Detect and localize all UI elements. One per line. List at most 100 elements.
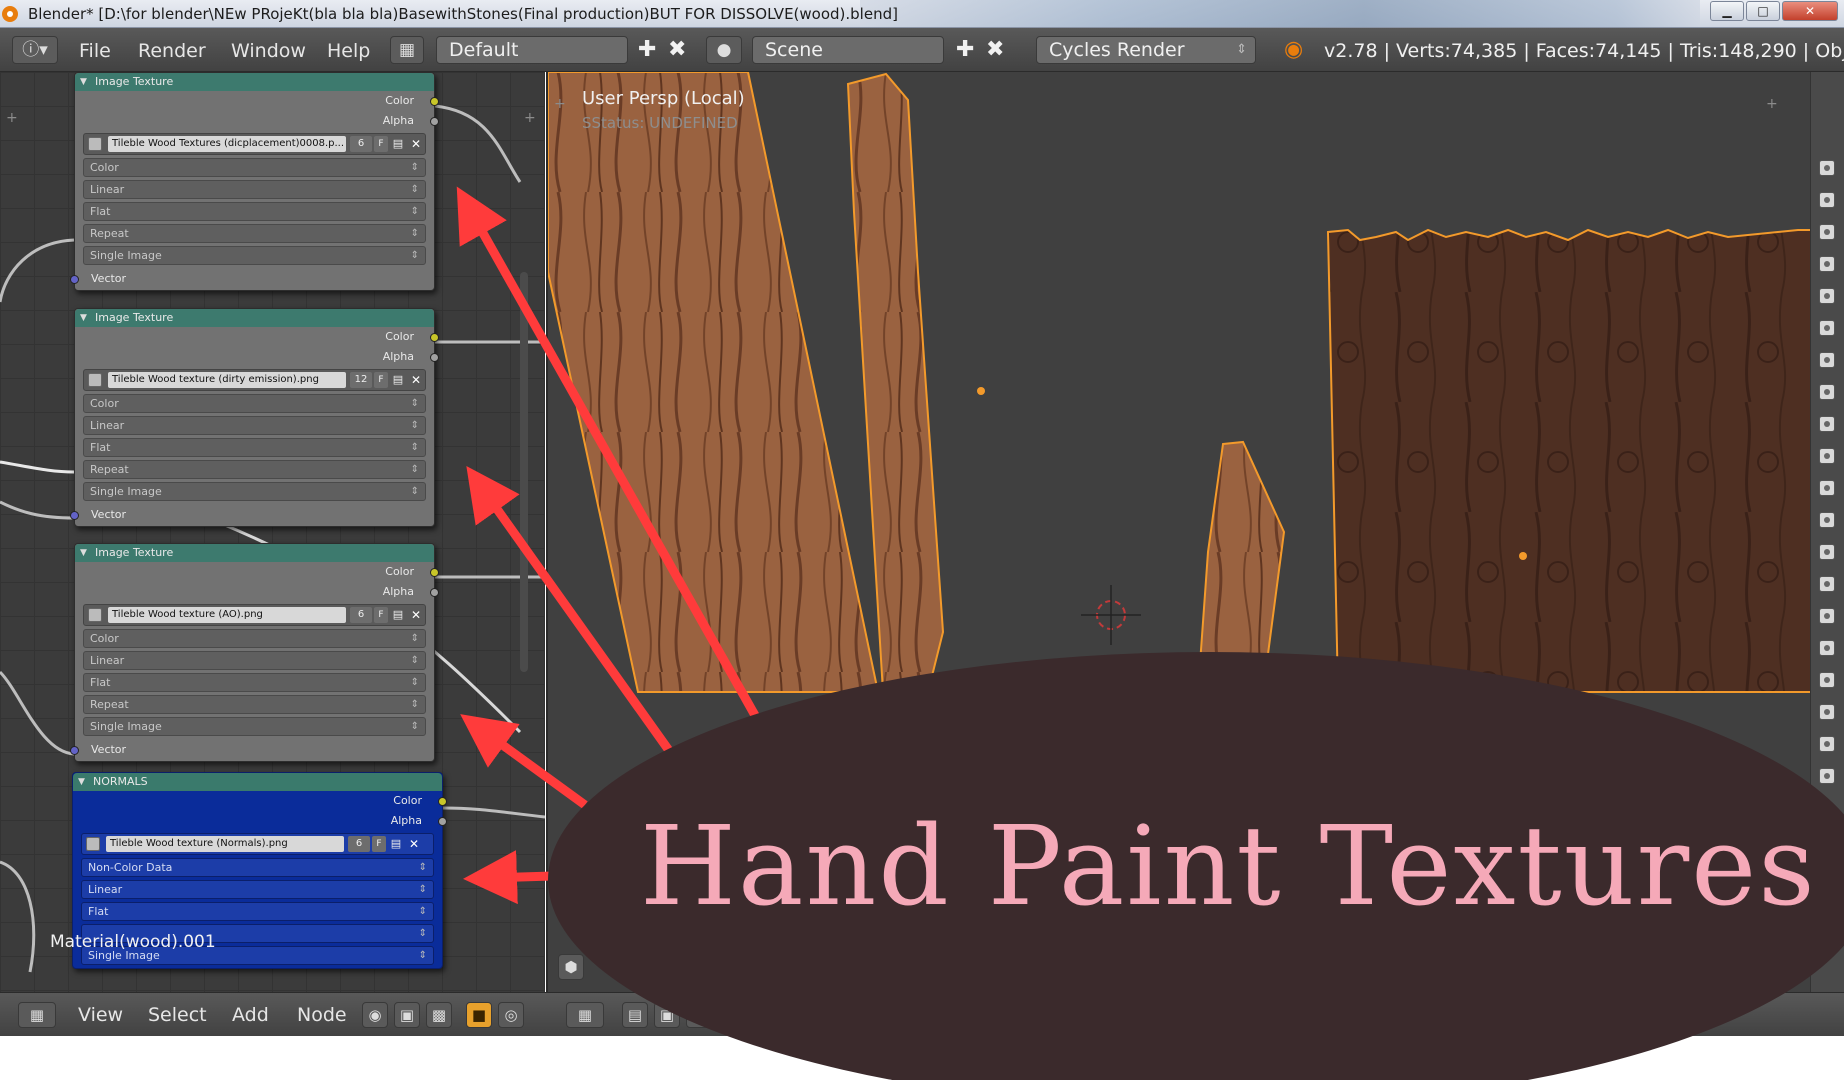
image-selector[interactable]: Tileble Wood texture (AO).png 6 F ▤ ✕ (83, 604, 426, 626)
fake-user-button[interactable]: F (372, 836, 386, 852)
menu-window[interactable]: Window (231, 40, 306, 62)
fake-user-button[interactable]: F (374, 607, 388, 623)
remove-scene-icon[interactable]: ✖ (986, 37, 1004, 63)
menu-node[interactable]: Node (297, 1004, 347, 1026)
plank-thin[interactable] (846, 72, 945, 693)
close-button[interactable]: ✕ (1782, 1, 1838, 21)
render-layer-icon[interactable] (1819, 352, 1835, 368)
output-socket-color[interactable] (438, 797, 447, 806)
unlink-image-icon[interactable]: ✕ (409, 372, 423, 388)
editor-type-icon[interactable]: ▦ (566, 1002, 604, 1028)
render-layers-icon[interactable]: ▣ (654, 1002, 680, 1028)
region-expand-icon[interactable]: + (6, 110, 18, 126)
image-texture-node-emission[interactable]: Image Texture Color Alpha Tileble Wood t… (70, 308, 439, 527)
image-browse-icon[interactable] (88, 608, 102, 622)
node-editor-scrollbar[interactable] (520, 272, 528, 672)
screen-layout-field[interactable]: Default (436, 36, 628, 64)
image-selector[interactable]: Tileble Wood texture (Normals).png 6 F ▤… (81, 833, 434, 855)
menu-help[interactable]: Help (327, 40, 370, 62)
node-header[interactable]: Image Texture (75, 73, 434, 91)
render-layer-icon[interactable] (1819, 608, 1835, 624)
projection-select[interactable]: Flat (83, 438, 426, 457)
source-select[interactable]: Single Image (83, 482, 426, 501)
node-header[interactable]: Image Texture (75, 544, 434, 562)
plank-large[interactable] (548, 72, 880, 693)
image-name-field[interactable]: Tileble Wood texture (dirty emission).pn… (108, 372, 346, 388)
node-header[interactable]: Image Texture (75, 309, 434, 327)
output-socket-alpha[interactable] (430, 353, 439, 362)
render-layer-icon[interactable] (1819, 256, 1835, 272)
scene-props-icon[interactable]: ● (686, 1002, 712, 1028)
open-image-icon[interactable]: ▤ (390, 608, 406, 622)
screen-layout-icon[interactable]: ▦ (390, 36, 424, 64)
image-name-field[interactable]: Tileble Wood texture (Normals).png (106, 836, 344, 852)
output-socket-alpha[interactable] (438, 817, 447, 826)
render-layer-icon[interactable] (1819, 576, 1835, 592)
image-browse-icon[interactable] (86, 837, 100, 851)
menu-file[interactable]: File (79, 40, 111, 62)
object-shader-icon[interactable]: ■ (466, 1002, 492, 1028)
output-socket-color[interactable] (430, 97, 439, 106)
image-selector[interactable]: Tileble Wood Textures (dicplacement)0008… (83, 133, 426, 155)
color-space-select[interactable]: Non-Color Data (81, 858, 434, 877)
image-browse-icon[interactable] (88, 137, 102, 151)
region-expand-right-icon[interactable]: + (524, 110, 536, 126)
render-layer-icon[interactable] (1819, 672, 1835, 688)
source-select[interactable]: Single Image (83, 717, 426, 736)
color-space-select[interactable]: Color (83, 629, 426, 648)
render-layer-icon[interactable] (1819, 640, 1835, 656)
viewport-shading-icon[interactable]: ⬢ (558, 952, 598, 984)
scene-field[interactable]: Scene (752, 36, 944, 64)
shader-nodes-icon[interactable]: ◉ (362, 1002, 388, 1028)
extension-select[interactable]: Repeat (83, 460, 426, 479)
image-name-field[interactable]: Tileble Wood Textures (dicplacement)0008… (108, 136, 346, 152)
render-layer-icon[interactable] (1819, 704, 1835, 720)
menu-add[interactable]: Add (232, 1004, 269, 1026)
render-layer-icon[interactable] (1819, 320, 1835, 336)
image-texture-node-ao[interactable]: Image Texture Color Alpha Tileble Wood t… (70, 543, 439, 762)
viewport-view-menu[interactable]: Vie (628, 962, 656, 983)
remove-screen-icon[interactable]: ✖ (668, 37, 686, 63)
projection-select[interactable]: Flat (83, 202, 426, 221)
plank-small[interactable] (1196, 440, 1286, 693)
output-socket-color[interactable] (430, 568, 439, 577)
fence-planks[interactable] (1326, 228, 1813, 693)
node-editor[interactable]: + + Image Texture Color Alpha Tileble Wo… (0, 72, 545, 1030)
scene-icon[interactable]: ● (706, 36, 742, 64)
fake-user-button[interactable]: F (374, 136, 388, 152)
maximize-button[interactable]: □ (1746, 1, 1780, 21)
render-layer-icon[interactable] (1819, 192, 1835, 208)
image-name-field[interactable]: Tileble Wood texture (AO).png (108, 607, 346, 623)
menu-select[interactable]: Select (148, 1004, 207, 1026)
node-header[interactable]: NORMALS (73, 773, 442, 791)
color-space-select[interactable]: Color (83, 394, 426, 413)
projection-select[interactable]: Flat (83, 673, 426, 692)
open-image-icon[interactable]: ▤ (390, 373, 406, 387)
image-texture-node-displacement[interactable]: Image Texture Color Alpha Tileble Wood T… (70, 72, 439, 291)
render-layer-icon[interactable] (1819, 384, 1835, 400)
info-editor-type-icon[interactable]: ⓘ▾ (12, 36, 58, 64)
input-socket-vector[interactable] (70, 746, 79, 755)
output-socket-alpha[interactable] (430, 588, 439, 597)
extension-select[interactable]: Repeat (83, 224, 426, 243)
texture-nodes-icon[interactable]: ▩ (426, 1002, 452, 1028)
color-space-select[interactable]: Color (83, 158, 426, 177)
extension-select[interactable]: Repeat (83, 695, 426, 714)
input-socket-vector[interactable] (70, 511, 79, 520)
viewport-properties-expand-icon[interactable]: + (1766, 96, 1778, 112)
render-layer-icon[interactable] (1819, 480, 1835, 496)
interpolation-select[interactable]: Linear (81, 880, 434, 899)
world-shader-icon[interactable]: ◎ (498, 1002, 524, 1028)
source-select[interactable]: Single Image (83, 246, 426, 265)
open-image-icon[interactable]: ▤ (390, 137, 406, 151)
add-screen-icon[interactable]: ✚ (638, 37, 656, 63)
menu-view[interactable]: View (78, 1004, 123, 1026)
open-image-icon[interactable]: ▤ (388, 837, 404, 851)
projection-select[interactable]: Flat (81, 902, 434, 921)
image-selector[interactable]: Tileble Wood texture (dirty emission).pn… (83, 369, 426, 391)
unlink-image-icon[interactable]: ✕ (407, 836, 421, 852)
viewport-toolshelf-expand-icon[interactable]: + (554, 96, 566, 112)
render-layer-icon[interactable] (1819, 736, 1835, 752)
add-scene-icon[interactable]: ✚ (956, 37, 974, 63)
interpolation-select[interactable]: Linear (83, 180, 426, 199)
